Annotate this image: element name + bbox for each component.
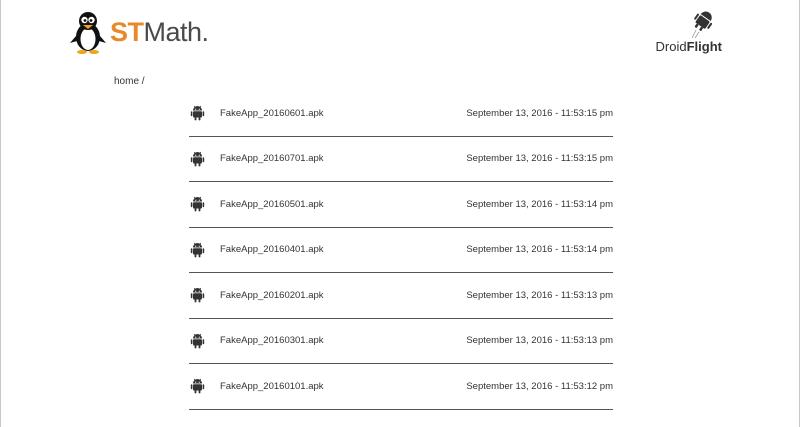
- file-row[interactable]: FakeApp_20160701.apk September 13, 2016 …: [189, 137, 613, 182]
- breadcrumb[interactable]: home /: [114, 76, 145, 87]
- file-row[interactable]: FakeApp_20160401.apk September 13, 2016 …: [189, 228, 613, 273]
- file-date: September 13, 2016 - 11:53:14 pm: [466, 244, 613, 256]
- android-icon: [190, 106, 205, 121]
- file-row[interactable]: FakeApp_20160501.apk September 13, 2016 …: [189, 182, 613, 228]
- android-icon: [190, 151, 205, 167]
- brand-droid: Droid: [655, 39, 687, 54]
- stmath-logo[interactable]: STMath.: [70, 10, 209, 54]
- brand-st: ST: [110, 17, 144, 47]
- stmath-wordmark: STMath.: [110, 10, 209, 54]
- file-date: September 13, 2016 - 11:53:15 pm: [466, 153, 613, 165]
- android-icon: [190, 197, 205, 212]
- file-row[interactable]: FakeApp_20160201.apk September 13, 2016 …: [189, 273, 613, 319]
- file-name[interactable]: FakeApp_20160201.apk: [220, 290, 466, 301]
- file-date: September 13, 2016 - 11:53:15 pm: [466, 107, 613, 119]
- penguin-icon: [70, 12, 106, 54]
- file-name[interactable]: FakeApp_20160101.apk: [220, 381, 466, 392]
- brand-mark: .: [201, 17, 210, 47]
- brand-math: Math: [143, 17, 203, 47]
- android-icon: [190, 379, 205, 394]
- android-icon: [190, 288, 205, 303]
- file-name[interactable]: FakeApp_20160301.apk: [220, 335, 466, 346]
- brand-flight: Flight: [686, 39, 722, 54]
- file-name[interactable]: FakeApp_20160401.apk: [220, 244, 466, 255]
- file-date: September 13, 2016 - 11:53:14 pm: [466, 198, 613, 210]
- file-name[interactable]: FakeApp_20160601.apk: [220, 108, 466, 119]
- droidflight-logo[interactable]: DroidFlight: [652, 8, 722, 58]
- file-row[interactable]: FakeApp_20160601.apk September 13, 2016 …: [189, 91, 613, 137]
- file-row[interactable]: FakeApp_20160101.apk September 13, 2016 …: [189, 364, 613, 410]
- window-edge-left: [0, 0, 1, 427]
- android-icon: [190, 242, 205, 258]
- droidflight-wordmark: DroidFlight: [656, 39, 722, 54]
- file-date: September 13, 2016 - 11:53:12 pm: [466, 380, 613, 392]
- android-icon: [190, 333, 205, 349]
- file-row[interactable]: FakeApp_20160301.apk September 13, 2016 …: [189, 319, 613, 364]
- file-date: September 13, 2016 - 11:53:13 pm: [466, 335, 613, 347]
- android-rocket-icon: [692, 11, 713, 38]
- file-list: FakeApp_20160601.apk September 13, 2016 …: [189, 91, 613, 410]
- file-name[interactable]: FakeApp_20160701.apk: [220, 153, 466, 164]
- file-name[interactable]: FakeApp_20160501.apk: [220, 199, 466, 210]
- file-date: September 13, 2016 - 11:53:13 pm: [466, 289, 613, 301]
